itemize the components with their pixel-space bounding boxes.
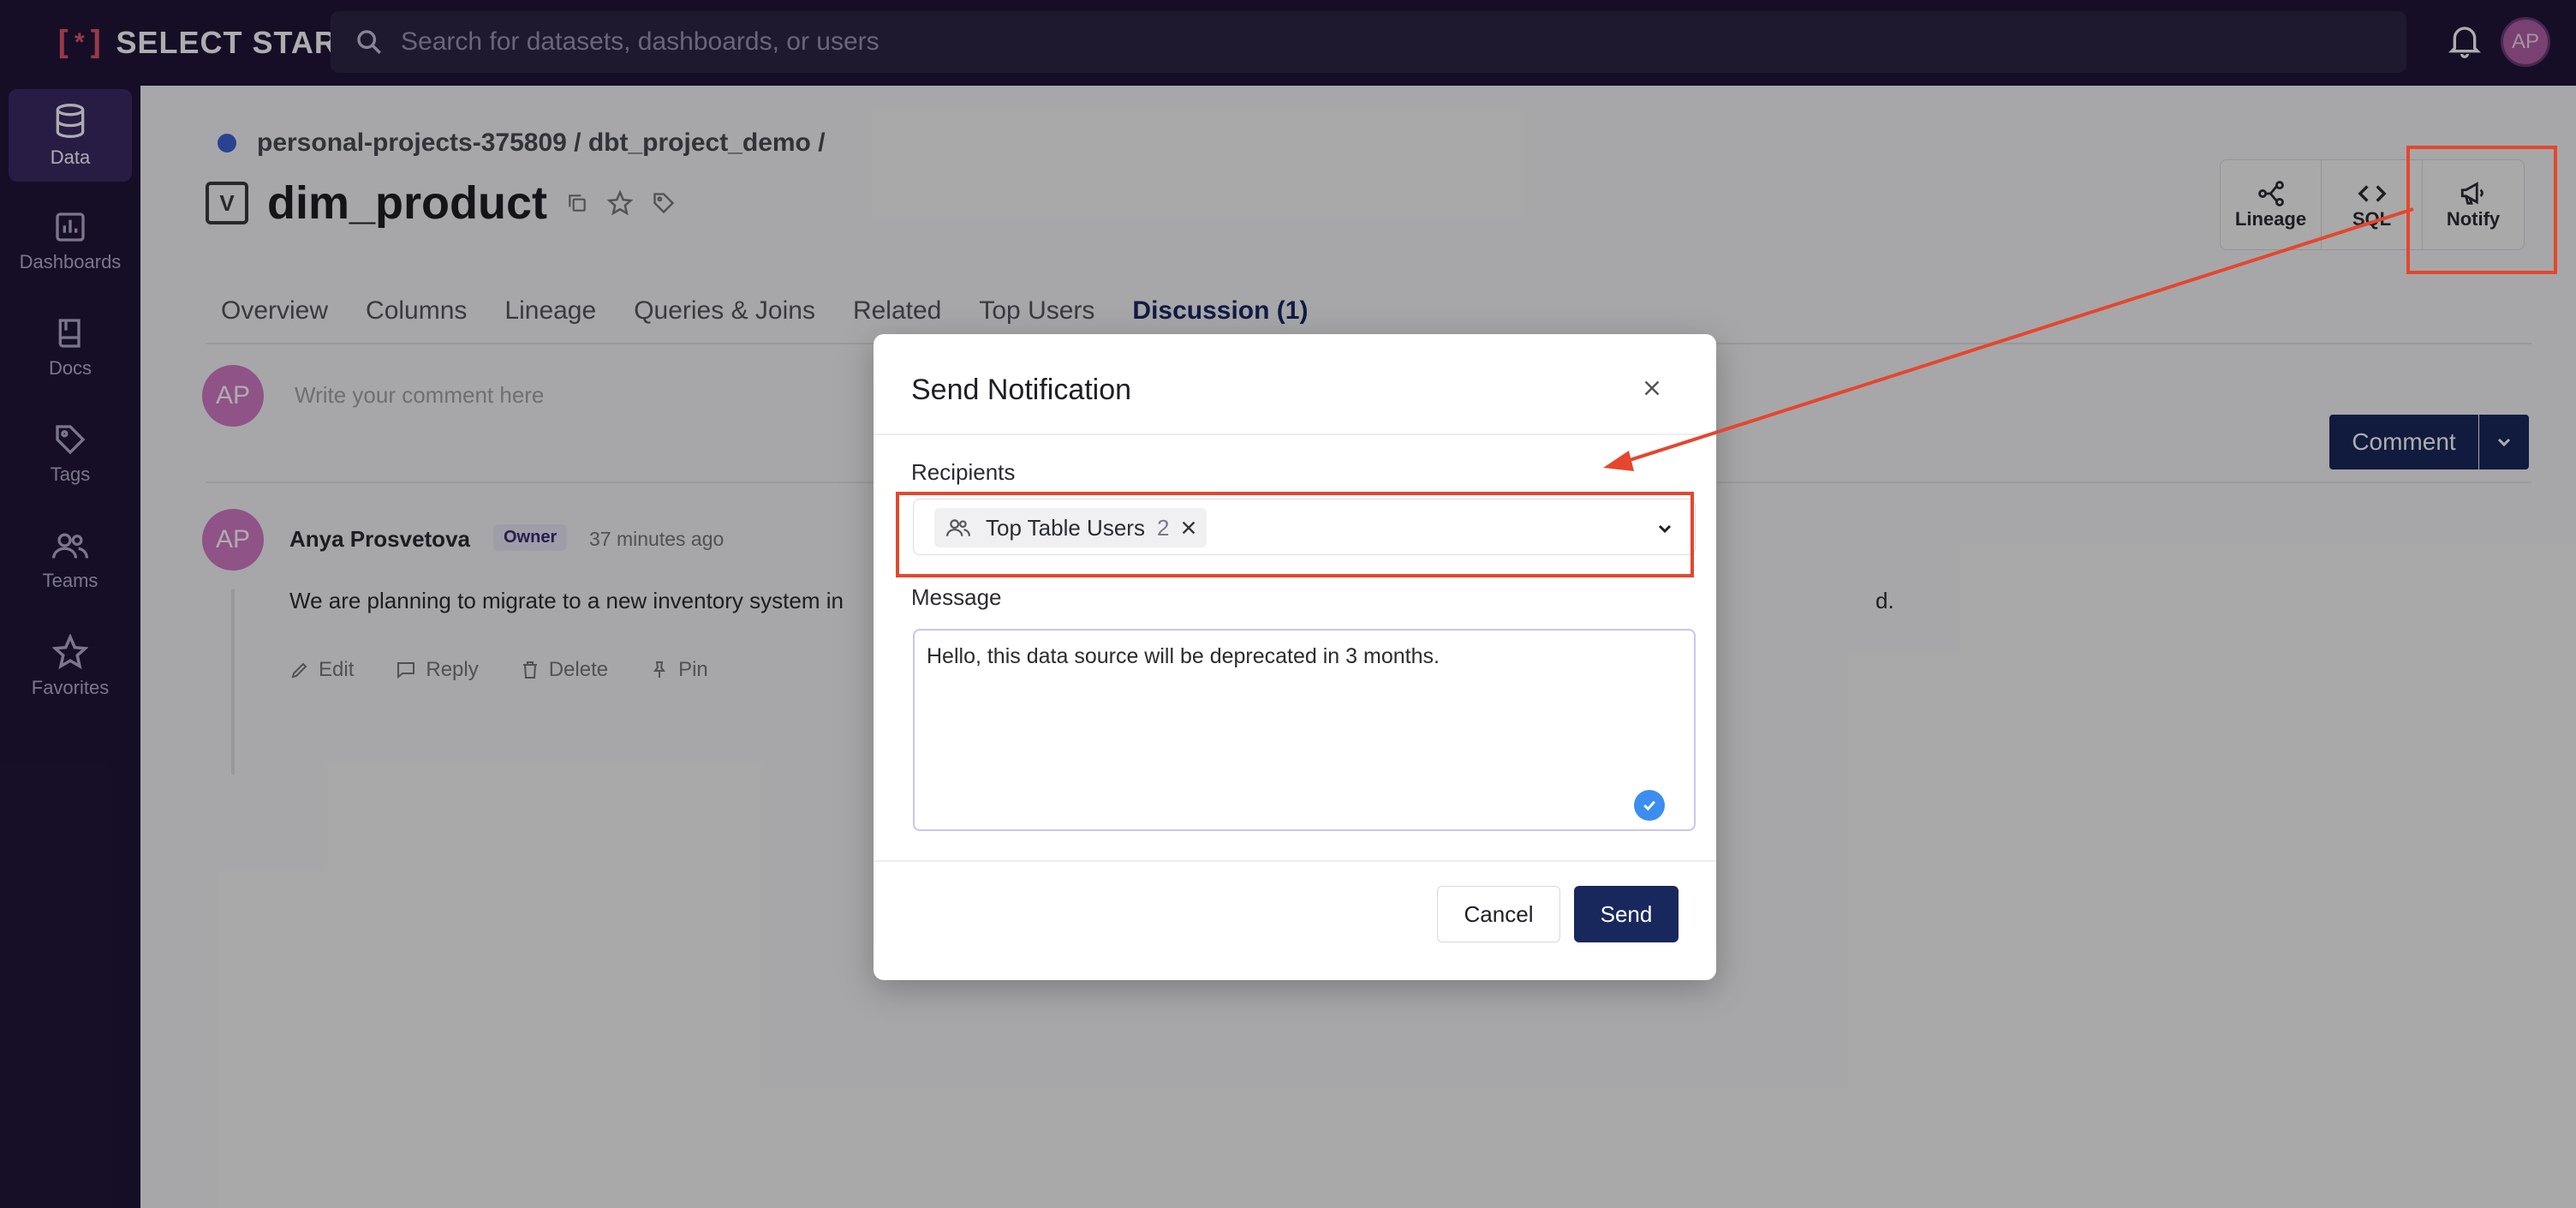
annotation-arrow [1603,207,2414,471]
